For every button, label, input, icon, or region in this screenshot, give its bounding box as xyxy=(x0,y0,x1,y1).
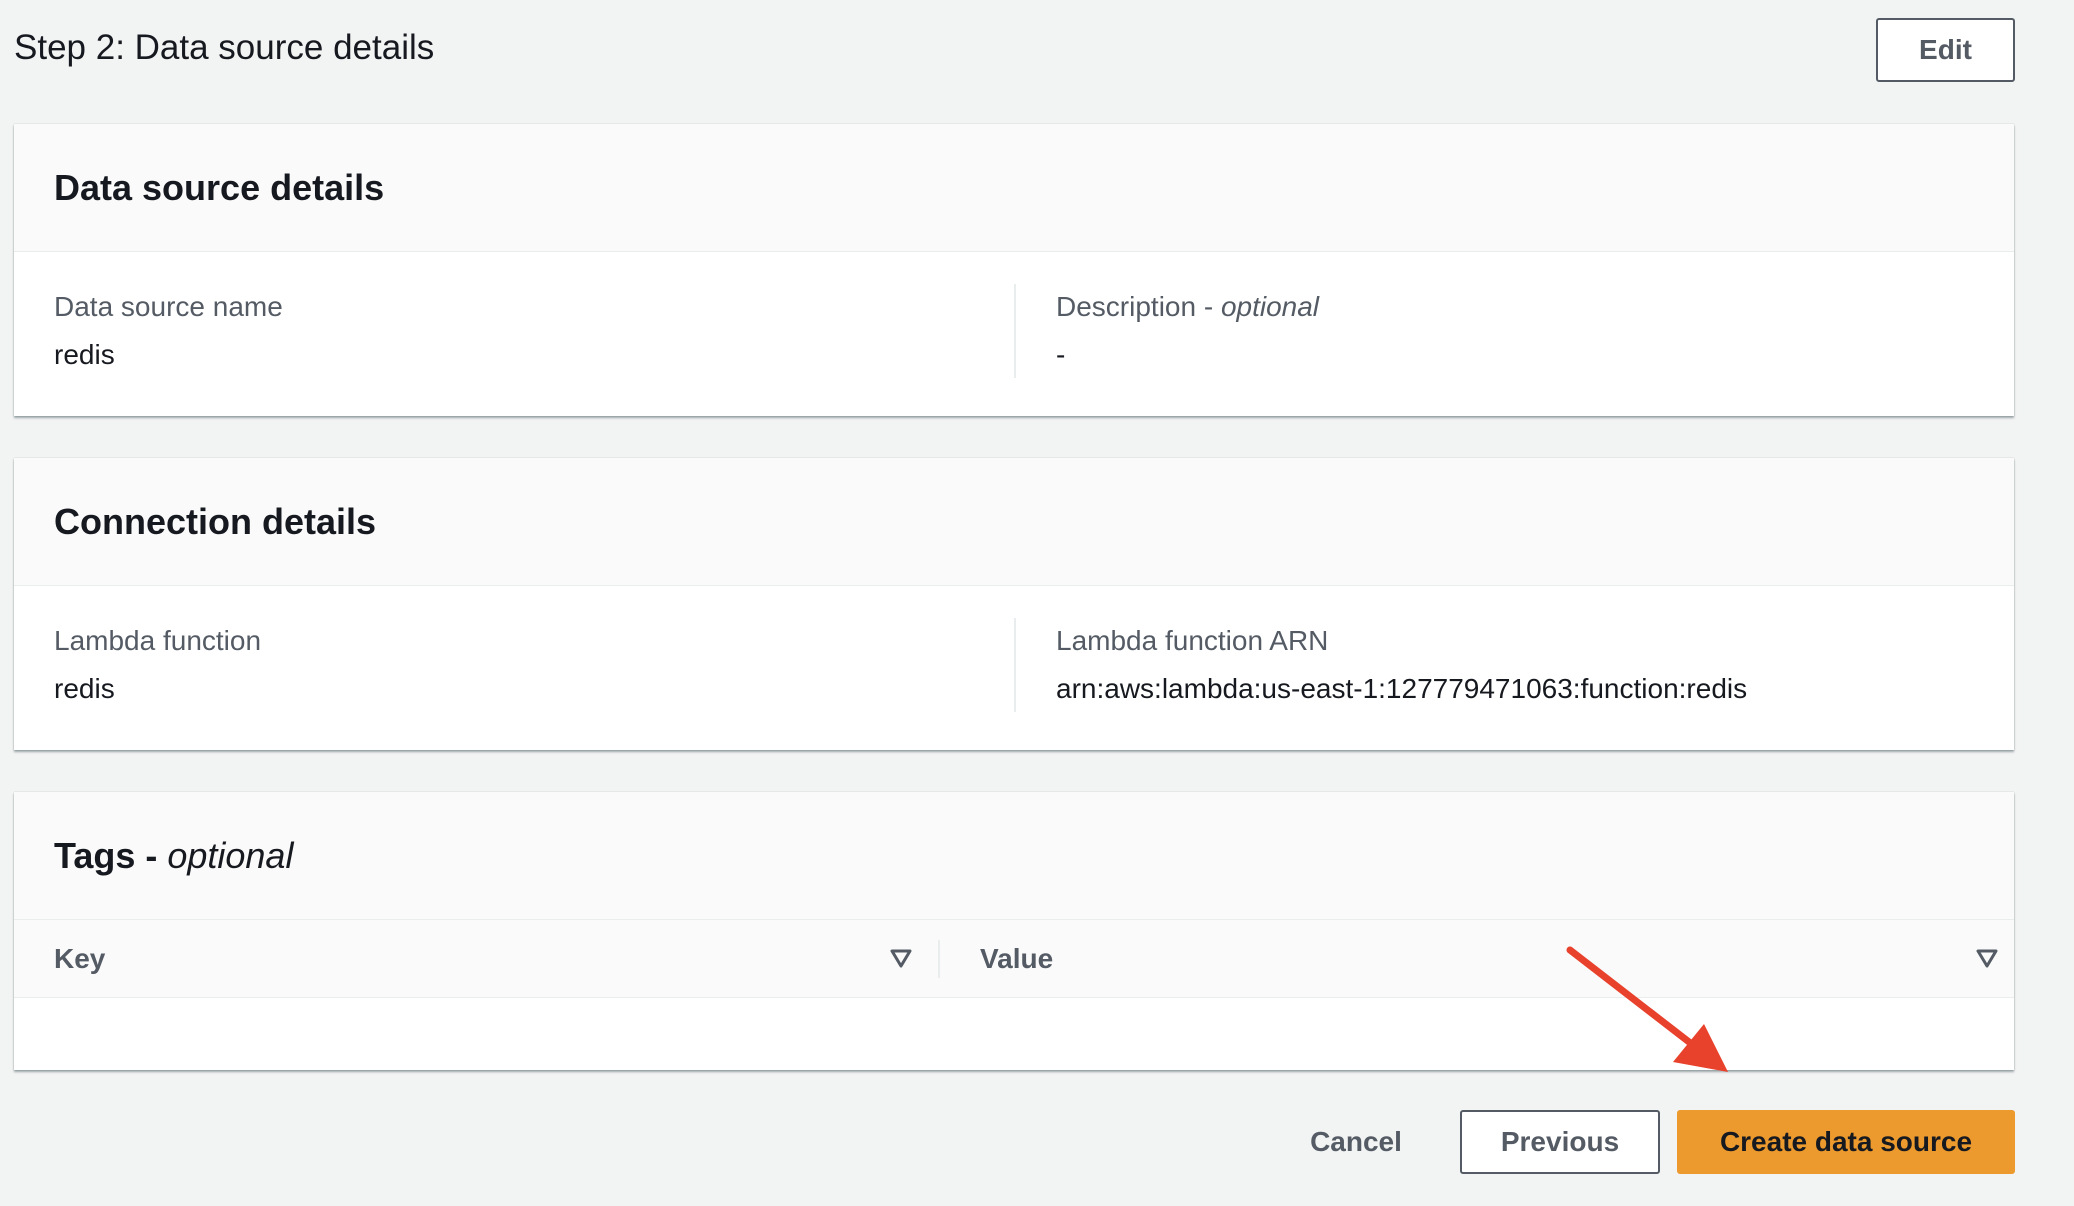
step-title: Step 2: Data source details xyxy=(14,28,435,67)
card-header: Connection details xyxy=(14,458,2014,586)
card-header: Data source details xyxy=(14,124,2014,252)
label-text: Description - xyxy=(1056,291,1221,322)
optional-text: optional xyxy=(167,834,294,876)
edit-button[interactable]: Edit xyxy=(1876,18,2015,82)
red-arrow-icon xyxy=(1566,946,1728,1072)
field-label: Data source name xyxy=(54,291,283,322)
field-label: Lambda function xyxy=(54,625,262,656)
card-title: Data source details xyxy=(54,166,385,208)
key-value-section: Data source name redis Description - opt… xyxy=(14,252,2014,416)
sort-icon[interactable] xyxy=(1974,945,2000,971)
sort-icon[interactable] xyxy=(888,945,914,971)
field-label: Lambda function ARN xyxy=(1056,625,1329,656)
description-field: Description - optional - xyxy=(1056,290,1319,372)
previous-button[interactable]: Previous xyxy=(1460,1110,1660,1174)
card-title: Connection details xyxy=(54,500,377,542)
card-title: Tags - optional xyxy=(54,835,293,877)
card-header: Tags - optional xyxy=(14,792,2014,920)
field-value: redis xyxy=(54,673,115,704)
page: Step 2: Data source details Edit Data so… xyxy=(0,0,2074,1206)
step-header: Step 2: Data source details Edit xyxy=(14,18,2015,84)
field-value: arn:aws:lambda:us-east-1:127779471063:fu… xyxy=(1056,673,1748,704)
field-label: Description - optional xyxy=(1056,290,1319,324)
column-divider xyxy=(938,940,940,978)
field-value: - xyxy=(1056,339,1066,370)
key-value-section: Lambda function redis Lambda function AR… xyxy=(14,586,2014,750)
data-source-name-field: Data source name redis xyxy=(54,290,283,372)
column-divider xyxy=(1014,618,1016,712)
optional-text: optional xyxy=(1220,291,1320,322)
cancel-button[interactable]: Cancel xyxy=(1296,1110,1416,1174)
connection-details-card: Connection details Lambda function redis… xyxy=(14,458,2014,750)
column-header-value[interactable]: Value xyxy=(980,920,1053,998)
lambda-function-field: Lambda function redis xyxy=(54,624,261,706)
title-text: Tags - xyxy=(54,834,168,876)
column-header-key[interactable]: Key xyxy=(54,920,105,998)
field-value: redis xyxy=(54,339,115,370)
lambda-function-arn-field: Lambda function ARN arn:aws:lambda:us-ea… xyxy=(1056,624,1747,706)
column-divider xyxy=(1014,284,1016,378)
data-source-details-card: Data source details Data source name red… xyxy=(14,124,2014,416)
create-data-source-button[interactable]: Create data source xyxy=(1677,1110,2015,1174)
